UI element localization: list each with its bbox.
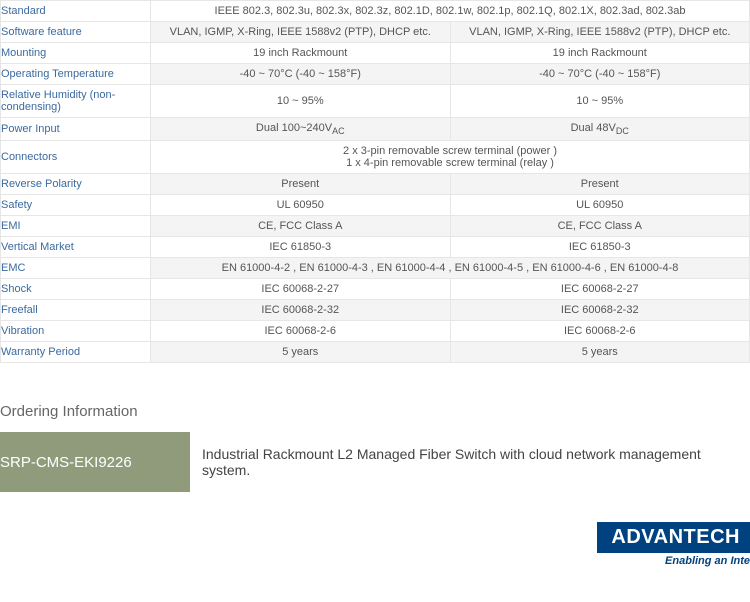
spec-row: EMCEN 61000-4-2 , EN 61000-4-3 , EN 6100…: [1, 258, 750, 279]
spec-value: IEC 61850-3: [450, 237, 750, 258]
spec-row: SafetyUL 60950UL 60950: [1, 195, 750, 216]
spec-value: -40 ~ 70°C (-40 ~ 158°F): [450, 64, 750, 85]
spec-value: 19 inch Rackmount: [450, 43, 750, 64]
spec-value: UL 60950: [151, 195, 451, 216]
spec-label: Relative Humidity (non-condensing): [1, 85, 151, 118]
spec-value: CE, FCC Class A: [151, 216, 451, 237]
spec-row: Vertical MarketIEC 61850-3IEC 61850-3: [1, 237, 750, 258]
spec-value: IEC 60068-2-32: [151, 300, 451, 321]
spec-row: Warranty Period5 years5 years: [1, 342, 750, 363]
footer: ADVANTECH Enabling an Inte: [0, 522, 750, 602]
spec-value: EN 61000-4-2 , EN 61000-4-3 , EN 61000-4…: [151, 258, 750, 279]
spec-value: -40 ~ 70°C (-40 ~ 158°F): [151, 64, 451, 85]
spec-label: Vibration: [1, 321, 151, 342]
spec-value: 5 years: [450, 342, 750, 363]
spec-value: IEC 60068-2-6: [151, 321, 451, 342]
spec-label: Shock: [1, 279, 151, 300]
spec-row: Power InputDual 100~240VACDual 48VDC: [1, 118, 750, 141]
spec-value: Dual 100~240VAC: [151, 118, 451, 141]
spec-value: VLAN, IGMP, X-Ring, IEEE 1588v2 (PTP), D…: [450, 22, 750, 43]
spec-value: Dual 48VDC: [450, 118, 750, 141]
ordering-sku: SRP-CMS-EKI9226: [0, 432, 190, 492]
spec-label: Software feature: [1, 22, 151, 43]
spec-value: IEC 60068-2-27: [151, 279, 451, 300]
spec-value: IEEE 802.3, 802.3u, 802.3x, 802.3z, 802.…: [151, 1, 750, 22]
spec-row: EMICE, FCC Class ACE, FCC Class A: [1, 216, 750, 237]
spec-value: Present: [450, 174, 750, 195]
spec-label: Safety: [1, 195, 151, 216]
spec-label: Warranty Period: [1, 342, 151, 363]
spec-row: Relative Humidity (non-condensing)10 ~ 9…: [1, 85, 750, 118]
brand-tagline: Enabling an Inte: [597, 555, 750, 567]
spec-label: Reverse Polarity: [1, 174, 151, 195]
spec-row: VibrationIEC 60068-2-6IEC 60068-2-6: [1, 321, 750, 342]
spec-label: Operating Temperature: [1, 64, 151, 85]
spec-row: StandardIEEE 802.3, 802.3u, 802.3x, 802.…: [1, 1, 750, 22]
spec-value: VLAN, IGMP, X-Ring, IEEE 1588v2 (PTP), D…: [151, 22, 451, 43]
spec-row: FreefallIEC 60068-2-32IEC 60068-2-32: [1, 300, 750, 321]
spec-value: 19 inch Rackmount: [151, 43, 451, 64]
spec-value: IEC 60068-2-6: [450, 321, 750, 342]
spec-row: Mounting19 inch Rackmount19 inch Rackmou…: [1, 43, 750, 64]
spec-label: EMC: [1, 258, 151, 279]
spec-label: EMI: [1, 216, 151, 237]
brand-logo: ADVANTECH: [597, 522, 750, 553]
spec-value: 2 x 3-pin removable screw terminal (powe…: [151, 141, 750, 174]
spec-value: 10 ~ 95%: [450, 85, 750, 118]
spec-value: 10 ~ 95%: [151, 85, 451, 118]
spec-row: Connectors2 x 3-pin removable screw term…: [1, 141, 750, 174]
brand-block: ADVANTECH Enabling an Inte: [597, 522, 750, 567]
spec-value: Present: [151, 174, 451, 195]
spec-row: ShockIEC 60068-2-27IEC 60068-2-27: [1, 279, 750, 300]
spec-row: Operating Temperature-40 ~ 70°C (-40 ~ 1…: [1, 64, 750, 85]
spec-label: Standard: [1, 1, 151, 22]
spec-value: CE, FCC Class A: [450, 216, 750, 237]
ordering-heading: Ordering Information: [0, 403, 750, 420]
spec-value: IEC 60068-2-32: [450, 300, 750, 321]
spec-label: Freefall: [1, 300, 151, 321]
spec-row: Software featureVLAN, IGMP, X-Ring, IEEE…: [1, 22, 750, 43]
spec-label: Vertical Market: [1, 237, 151, 258]
spec-label: Connectors: [1, 141, 151, 174]
spec-table: StandardIEEE 802.3, 802.3u, 802.3x, 802.…: [0, 0, 750, 363]
spec-value: IEC 61850-3: [151, 237, 451, 258]
spec-value: UL 60950: [450, 195, 750, 216]
spec-label: Mounting: [1, 43, 151, 64]
spec-label: Power Input: [1, 118, 151, 141]
ordering-description: Industrial Rackmount L2 Managed Fiber Sw…: [190, 432, 750, 492]
ordering-row: SRP-CMS-EKI9226 Industrial Rackmount L2 …: [0, 432, 750, 492]
spec-value: 5 years: [151, 342, 451, 363]
spec-value: IEC 60068-2-27: [450, 279, 750, 300]
spec-row: Reverse PolarityPresentPresent: [1, 174, 750, 195]
